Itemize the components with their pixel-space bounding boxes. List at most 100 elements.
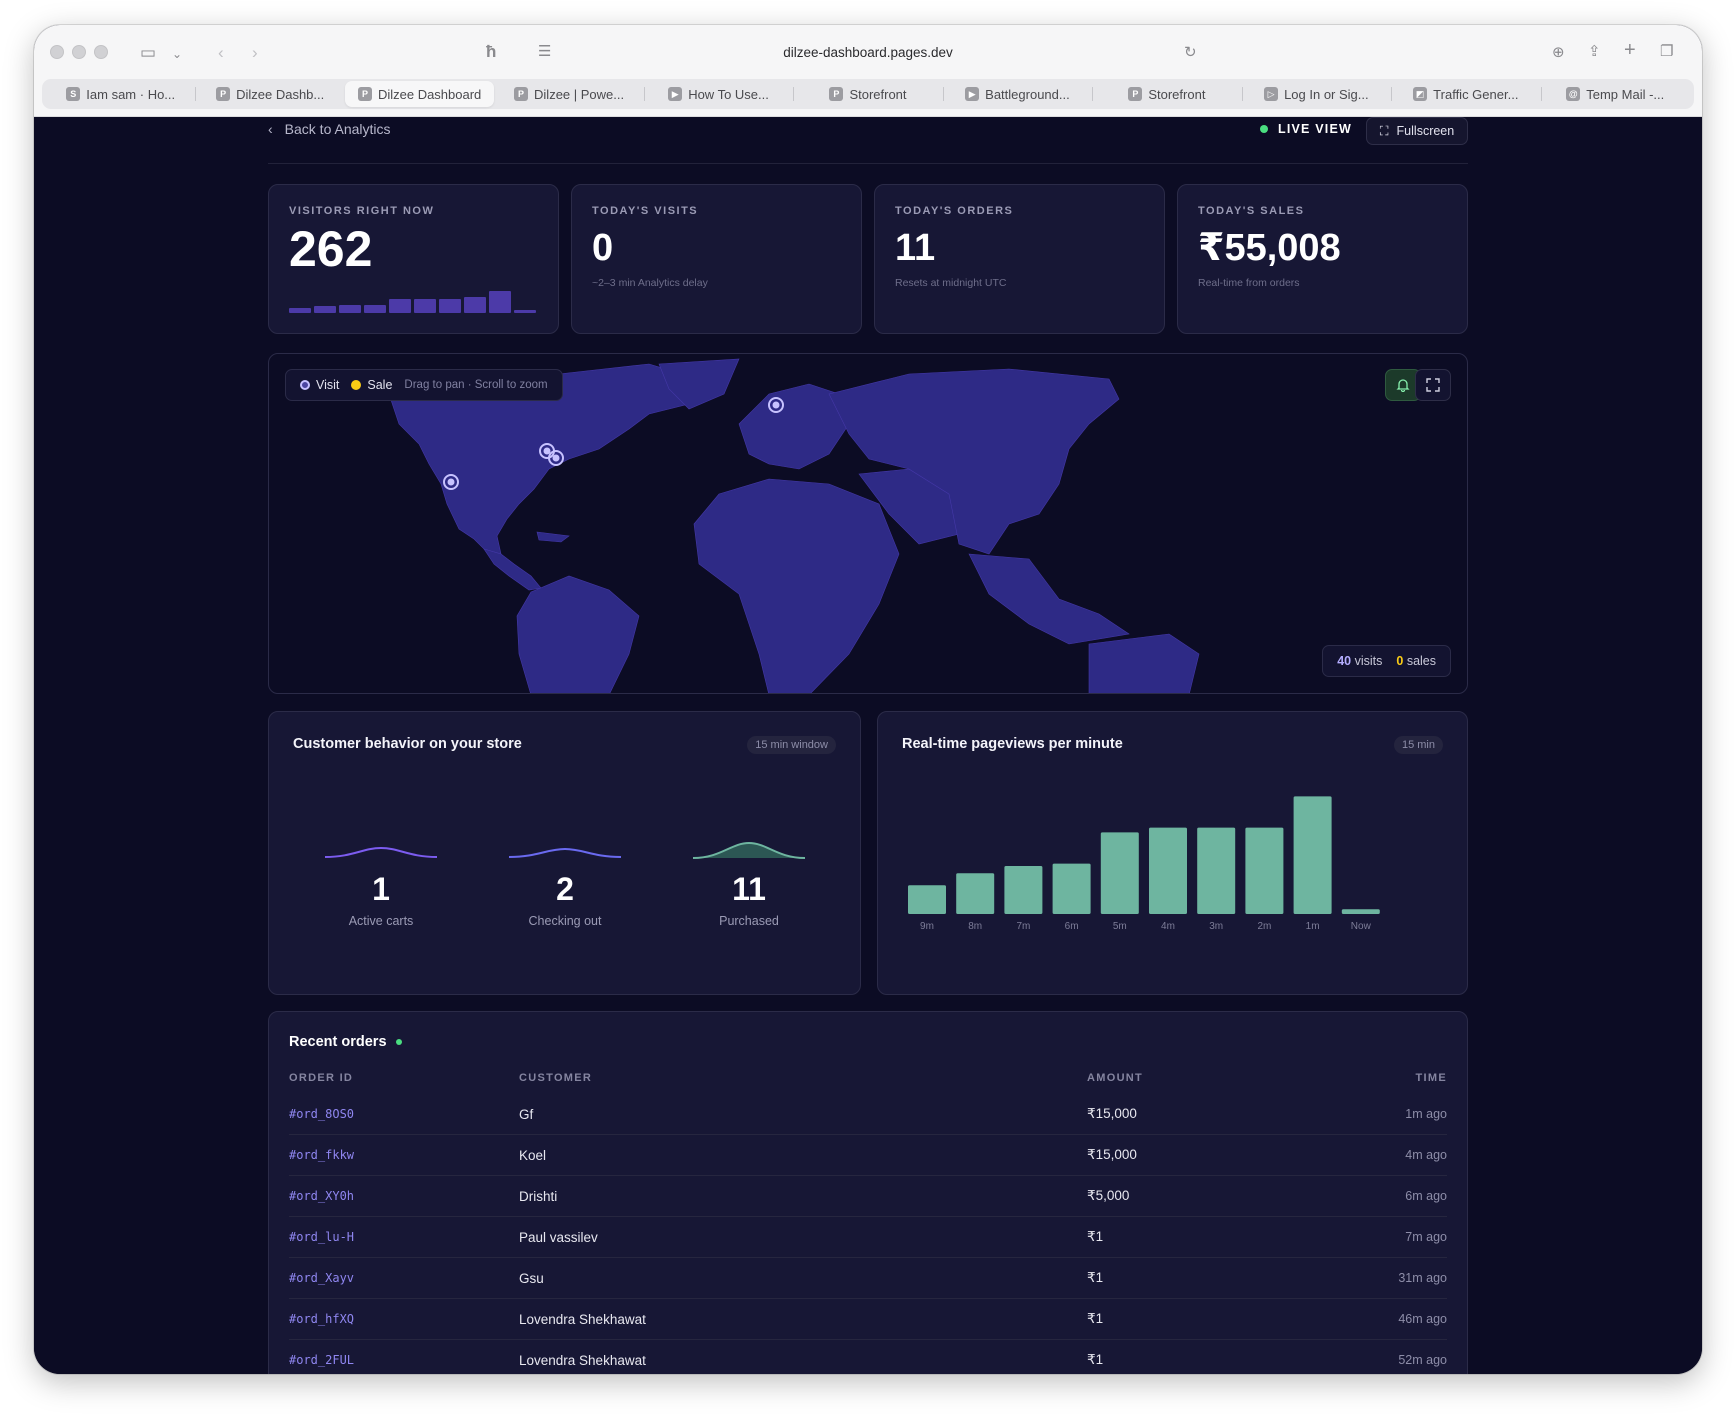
stat-subtext: Resets at midnight UTC xyxy=(895,277,1007,289)
tab-label: Storefront xyxy=(1148,86,1206,102)
live-view-indicator: LIVE VIEW xyxy=(1259,122,1352,136)
table-row[interactable]: #ord_2FUL Lovendra Shekhawat ₹1 52m ago xyxy=(289,1340,1447,1374)
reload-icon[interactable]: ↻ xyxy=(1184,43,1197,63)
order-id[interactable]: #ord_2FUL xyxy=(289,1353,519,1367)
x-tick-label: 2m xyxy=(1257,921,1271,932)
southeast-asia-shape xyxy=(968,553,1130,645)
pageviews-window-badge: 15 min xyxy=(1393,736,1443,754)
fullscreen-button[interactable]: ⛶ Fullscreen xyxy=(1366,117,1468,145)
favicon-icon: @ xyxy=(1566,87,1581,101)
pageviews-card: Real-time pageviews per minute 15 min 9m… xyxy=(877,711,1468,995)
favicon-icon: P xyxy=(216,87,231,101)
browser-tab[interactable]: P Storefront xyxy=(793,81,942,107)
charts-row: Customer behavior on your store 15 min w… xyxy=(268,711,1468,995)
active-carts-stat: 1 Active carts xyxy=(311,842,451,928)
x-tick-label: Now xyxy=(1351,921,1372,932)
browser-tab[interactable]: P Storefront xyxy=(1092,81,1241,107)
order-id[interactable]: #ord_hfXQ xyxy=(289,1312,519,1326)
favicon-icon: P xyxy=(357,87,372,101)
order-id[interactable]: #ord_Xayv xyxy=(289,1271,519,1285)
x-tick-label: 6m xyxy=(1065,921,1079,932)
stat-cards: VISITORS RIGHT NOW 262 TODAY'S VISITS 0 … xyxy=(268,184,1468,334)
favicon-icon: P xyxy=(1128,87,1143,101)
world-map[interactable] xyxy=(269,354,1468,694)
order-id[interactable]: #ord_8OS0 xyxy=(289,1107,519,1121)
browser-tab[interactable]: P Dilzee Dashboard xyxy=(344,81,495,107)
orders-table-body: #ord_8OS0 Gf ₹15,000 1m ago #ord_fkkw Koel ₹15… xyxy=(289,1094,1447,1374)
live-dot-icon xyxy=(1259,125,1268,133)
browser-tab[interactable]: ▶ Battleground... xyxy=(942,81,1092,107)
pageviews-bar-chart: 9m 8m 7m 6m 5m 4m 3m 2m 1m Now xyxy=(908,796,1380,932)
tab-label: How To Use... xyxy=(688,86,769,102)
order-time: 7m ago xyxy=(1405,1230,1447,1244)
spark-bar xyxy=(514,310,536,313)
stat-subtext: Real-time from orders xyxy=(1198,277,1300,289)
browser-tab[interactable]: ▶ How To Use... xyxy=(643,81,793,107)
stat-label: TODAY'S ORDERS xyxy=(895,205,1014,217)
tab-label: Temp Mail -... xyxy=(1586,86,1665,102)
order-amount: ₹1 xyxy=(1087,1352,1104,1367)
pageviews-bar xyxy=(956,873,995,914)
stat-subtext: ~2–3 min Analytics delay xyxy=(592,277,708,289)
order-id[interactable]: #ord_lu-H xyxy=(289,1230,519,1244)
expand-icon xyxy=(1426,378,1440,392)
tab-label: Dilzee | Powe... xyxy=(534,86,625,102)
legend-visit: Visit xyxy=(300,378,339,392)
table-row[interactable]: #ord_lu-H Paul vassilev ₹1 7m ago xyxy=(289,1217,1447,1258)
table-row[interactable]: #ord_Xayv Gsu ₹1 31m ago xyxy=(289,1258,1447,1299)
pageviews-bar xyxy=(1149,827,1187,914)
browser-tab[interactable]: ◩ Traffic Gener... xyxy=(1391,81,1540,107)
tab-overview-icon[interactable]: ❐ xyxy=(1660,42,1673,62)
share-icon[interactable]: ⇪ xyxy=(1588,42,1601,62)
purchased-label: Purchased xyxy=(719,914,779,928)
pageviews-bar xyxy=(1245,827,1284,914)
favicon-icon: ▶ xyxy=(668,87,683,101)
map-hint: Drag to pan · Scroll to zoom xyxy=(404,379,548,391)
todays-sales-card: TODAY'S SALES ₹55,008 Real-time from ord… xyxy=(1177,184,1468,334)
fullscreen-label: Fullscreen xyxy=(1396,124,1455,138)
live-label: LIVE VIEW xyxy=(1277,122,1352,136)
x-tick-label: 8m xyxy=(968,921,982,932)
address-bar[interactable]: dilzee-dashboard.pages.dev xyxy=(34,45,1702,60)
order-id[interactable]: #ord_XY0h xyxy=(289,1189,519,1203)
tab-label: Traffic Gener... xyxy=(1433,86,1519,102)
visitors-sparkline xyxy=(289,287,536,313)
col-amount: AMOUNT xyxy=(1087,1072,1144,1084)
favicon-icon: P xyxy=(829,87,844,101)
spark-bar xyxy=(489,291,511,313)
africa-shape xyxy=(693,478,900,693)
favicon-icon: ▶ xyxy=(965,87,980,101)
table-row[interactable]: #ord_hfXQ Lovendra Shekhawat ₹1 46m ago xyxy=(289,1299,1447,1340)
customer-behavior-card: Customer behavior on your store 15 min w… xyxy=(268,711,861,995)
pageviews-bar xyxy=(1004,866,1043,914)
table-row[interactable]: #ord_8OS0 Gf ₹15,000 1m ago xyxy=(289,1094,1447,1135)
orders-table-header: ORDER ID CUSTOMER AMOUNT TIME xyxy=(289,1072,1447,1094)
order-amount: ₹15,000 xyxy=(1087,1106,1137,1121)
browser-tab[interactable]: S Iam sam · Ho... xyxy=(46,81,195,107)
new-tab-icon[interactable]: + xyxy=(1624,40,1636,60)
table-row[interactable]: #ord_fkkw Koel ₹15,000 4m ago xyxy=(289,1135,1447,1176)
browser-tab[interactable]: @ Temp Mail -... xyxy=(1540,81,1690,107)
sales-label: sales xyxy=(1406,654,1436,668)
table-row[interactable]: #ord_XY0h Drishti ₹5,000 6m ago xyxy=(289,1176,1447,1217)
sales-count: 0 xyxy=(1396,654,1404,668)
browser-tab[interactable]: P Dilzee | Powe... xyxy=(494,81,643,107)
legend-visit-label: Visit xyxy=(316,378,340,392)
world-map-card[interactable]: Visit Sale Drag to pan · Scroll to zoom … xyxy=(268,353,1468,694)
live-dot-icon xyxy=(395,1039,402,1045)
map-counts: 40 visits 0 sales xyxy=(1322,645,1451,677)
pageviews-bar xyxy=(1293,796,1332,914)
customer-name: Lovendra Shekhawat xyxy=(519,1352,646,1368)
col-time: TIME xyxy=(1415,1072,1447,1084)
browser-tab[interactable]: ▷ Log In or Sig... xyxy=(1241,81,1391,107)
download-icon[interactable]: ⊕ xyxy=(1552,43,1565,63)
browser-tab[interactable]: P Dilzee Dashb... xyxy=(195,81,344,107)
spark-bar xyxy=(389,299,411,313)
tab-label: Dilzee Dashboard xyxy=(377,86,482,102)
map-fullscreen-button[interactable] xyxy=(1415,369,1451,401)
legend-sale: Sale xyxy=(351,378,392,392)
stat-value: ₹55,008 xyxy=(1198,227,1341,269)
order-id[interactable]: #ord_fkkw xyxy=(289,1148,519,1162)
bell-icon xyxy=(1396,379,1410,392)
back-to-analytics-link[interactable]: ‹ Back to Analytics xyxy=(268,121,391,137)
